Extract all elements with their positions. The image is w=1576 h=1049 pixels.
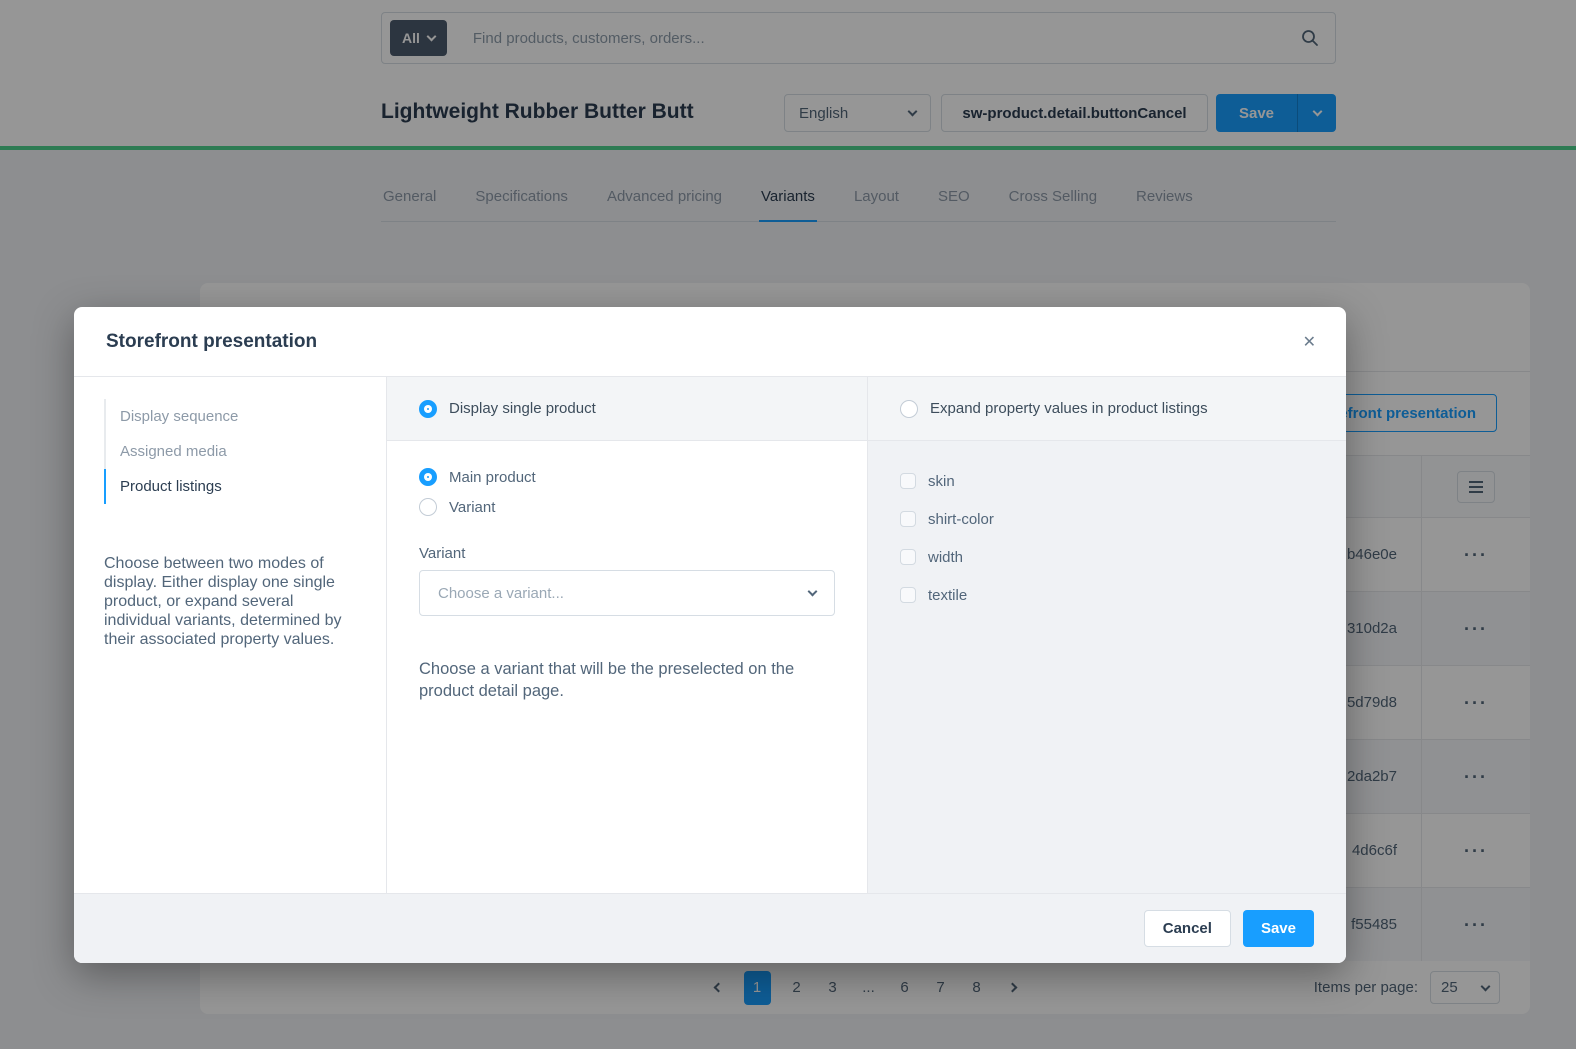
app-window: All Lightweight Rubber Butter Butt Engli…: [0, 0, 1576, 1049]
checkbox-textile-label: textile: [928, 587, 967, 604]
modal-body: Display sequence Assigned media Product …: [74, 377, 1346, 893]
checkbox-shirt-color[interactable]: [900, 511, 916, 527]
modal-header: Storefront presentation ✕: [74, 307, 1346, 377]
modal-save-button[interactable]: Save: [1243, 910, 1314, 947]
nav-item-product-listings[interactable]: Product listings: [104, 469, 386, 504]
checkbox-skin-label: skin: [928, 473, 955, 490]
checkbox-shirt-color-label: shirt-color: [928, 511, 994, 528]
radio-main-product[interactable]: [419, 468, 437, 486]
single-product-header-label: Display single product: [449, 400, 596, 417]
storefront-presentation-modal: Storefront presentation ✕ Display sequen…: [74, 307, 1346, 963]
radio-variant[interactable]: [419, 498, 437, 516]
variant-helper-text: Choose a variant that will be the presel…: [419, 658, 821, 702]
modal-sidebar: Display sequence Assigned media Product …: [74, 377, 387, 893]
modal-title: Storefront presentation: [106, 331, 317, 353]
cancel-button[interactable]: Cancel: [1144, 910, 1231, 947]
checkbox-skin[interactable]: [900, 473, 916, 489]
chevron-down-icon: [808, 587, 818, 597]
nav-item-assigned-media[interactable]: Assigned media: [106, 434, 386, 469]
checkbox-textile[interactable]: [900, 587, 916, 603]
radio-expand-property-values[interactable]: [900, 400, 918, 418]
radio-main-product-label: Main product: [449, 469, 536, 486]
expand-properties-header-label: Expand property values in product listin…: [930, 400, 1208, 417]
variant-field-label: Variant: [419, 545, 835, 562]
checkbox-width[interactable]: [900, 549, 916, 565]
variant-select-placeholder: Choose a variant...: [438, 585, 564, 602]
single-product-body: Main product Variant Variant Choose a va…: [387, 441, 867, 893]
radio-display-single-product[interactable]: [419, 400, 437, 418]
close-icon[interactable]: ✕: [1303, 332, 1316, 352]
variant-select[interactable]: Choose a variant...: [419, 570, 835, 616]
radio-variant-label: Variant: [449, 499, 495, 516]
single-product-column: Display single product Main product Vari…: [387, 377, 868, 893]
single-product-header: Display single product: [387, 377, 867, 441]
expand-properties-column: Expand property values in product listin…: [868, 377, 1346, 893]
modal-footer: Cancel Save: [74, 893, 1346, 963]
expand-properties-header: Expand property values in product listin…: [868, 377, 1346, 441]
checkbox-width-label: width: [928, 549, 963, 566]
nav-item-display-sequence[interactable]: Display sequence: [106, 399, 386, 434]
mode-description: Choose between two modes of display. Eit…: [104, 554, 360, 649]
modal-nav: Display sequence Assigned media Product …: [104, 399, 386, 504]
expand-properties-body: skin shirt-color width textile: [868, 441, 1346, 893]
